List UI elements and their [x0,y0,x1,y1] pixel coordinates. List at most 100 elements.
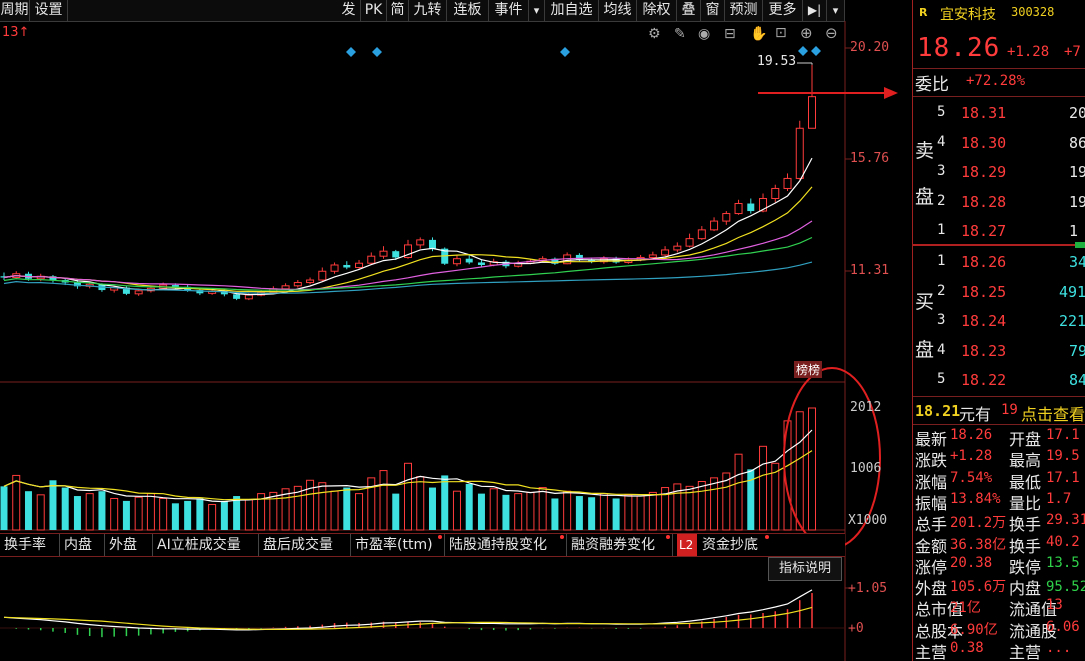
volume-bar-down [220,500,228,530]
grid-icon[interactable]: ⊡ [775,25,787,41]
tab-outer[interactable]: 外盘 [105,534,153,556]
gear-icon[interactable]: ⚙ [648,26,661,42]
stat-value: 13.5 [1046,554,1080,571]
sell-level: 4 [937,133,946,150]
tab-pe-ttm[interactable]: 市盈率(ttm) [351,534,445,556]
sell-price[interactable]: 18.29 [961,163,1006,181]
tab-turnover[interactable]: 换手率 [0,534,60,556]
stat-value: 6.06 [1046,618,1080,635]
lock-icon[interactable]: ⊟ [724,26,736,42]
candle-up [306,279,315,284]
buy-volume: 491 [1059,282,1085,301]
volume-bar-up [563,490,572,531]
volume-bar-up [808,407,816,531]
buy-price[interactable]: 18.24 [961,312,1006,330]
volume-bar-up [416,476,425,531]
tab-inner[interactable]: 内盘 [60,534,105,556]
candle-up [808,96,816,129]
ma5-line [3,157,813,296]
board-badge[interactable]: 榜榜 [794,361,823,378]
volume-bar-up [795,411,804,531]
volume-bar-down [575,496,583,530]
divider [913,396,1085,397]
banner-text[interactable]: 元有 [959,401,991,425]
tab-margin[interactable]: 融资融券变化 [567,534,673,556]
volume-bar-up [514,493,523,531]
candle-up [134,290,143,295]
banner-link[interactable]: 点击查看 [1021,401,1085,425]
stat-value: 13.84% [950,490,1001,507]
stat-value: 20.38 [950,554,993,571]
tab-hk-connect[interactable]: 陆股通持股变化 [445,534,567,556]
divider [913,96,1085,97]
candle-up [318,270,327,281]
eye-icon[interactable]: ◉ [698,26,710,42]
tab-l2-badge[interactable]: L2 [677,534,697,556]
stock-name[interactable]: 宜安科技 [940,4,996,24]
tab-ai-volume[interactable]: AI立桩成交量 [153,534,259,556]
buy-price[interactable]: 18.26 [961,253,1006,271]
quote-panel: R 宜安科技 300328 18.26 +1.28 +7 委比 +72.28% … [912,0,1085,661]
sell-volume: 19 [1069,192,1085,211]
r-tag: R [919,6,928,19]
hand-icon[interactable]: ✋ [750,26,767,42]
volume-bar-down [24,491,32,530]
stat-value: +1.28 [950,448,993,465]
book-divider [913,244,1085,246]
buy-level: 1 [937,253,946,269]
sell-price[interactable]: 18.30 [961,134,1006,152]
y-axis-top-label: 20.20 [850,40,890,55]
sell-price[interactable]: 18.31 [961,104,1006,122]
stat-value: 13 [1046,597,1063,614]
buy-level: 4 [937,341,946,358]
zoom-in-icon[interactable]: ⊕ [800,24,813,42]
sell-level: 2 [937,192,946,209]
tab-dot [438,535,442,539]
buy-level: 2 [937,282,946,299]
stock-code: 300328 [1011,5,1055,19]
buy-price[interactable]: 18.25 [961,283,1006,301]
candle-up [355,262,364,268]
volume-bar-down [171,503,179,530]
volume-bar-down [477,493,485,530]
volume-bar-up [12,474,21,531]
sell-price[interactable]: 18.28 [961,193,1006,211]
pen-icon[interactable]: ✎ [674,26,686,42]
candle-up [244,294,253,300]
sell-price[interactable]: 18.27 [961,222,1006,240]
indicator-help-button[interactable]: 指标说明 [768,557,842,581]
banner-count[interactable]: 19 [1001,402,1018,418]
tab-dot [560,535,564,539]
stat-label: 主营 [915,643,948,661]
stat-value: 6.90亿 [950,621,998,638]
buy-label: 盘 [915,339,935,361]
stat-label: 主营 [1009,643,1042,661]
volume-bar-up [85,493,94,531]
tab-dot [765,535,769,539]
stat-value: ... [1046,640,1072,656]
buy-price[interactable]: 18.22 [961,371,1006,389]
zoom-out-icon[interactable]: ⊖ [825,24,838,42]
volume-bar-up [526,491,535,531]
sell-volume: 86 [1069,133,1085,152]
volume-bar-down [343,487,351,530]
candle-up [330,264,339,272]
candle-up [648,254,657,258]
tab-after-hours-volume[interactable]: 盘后成交量 [259,534,351,556]
volume-bar-up [648,491,657,531]
volume-bar-down [122,500,130,530]
buy-price[interactable]: 18.23 [961,342,1006,360]
banner-price[interactable]: 18.21 [915,402,960,420]
tab-capital-bottom[interactable]: 资金抄底 [698,534,770,556]
volume-bar-down [441,475,449,530]
y-axis-low-label: 11.31 [850,263,890,278]
candle-up [710,220,719,231]
volume-bar-up [734,453,743,531]
sell-volume: 20 [1069,104,1085,122]
volume-bar-up [538,487,547,531]
buy-volume: 221 [1059,312,1085,330]
high-price-label: 19.53 [757,54,797,69]
volume-bar-down [196,498,204,530]
volume-bar-down [73,496,81,530]
volume-bar-up [599,493,608,531]
